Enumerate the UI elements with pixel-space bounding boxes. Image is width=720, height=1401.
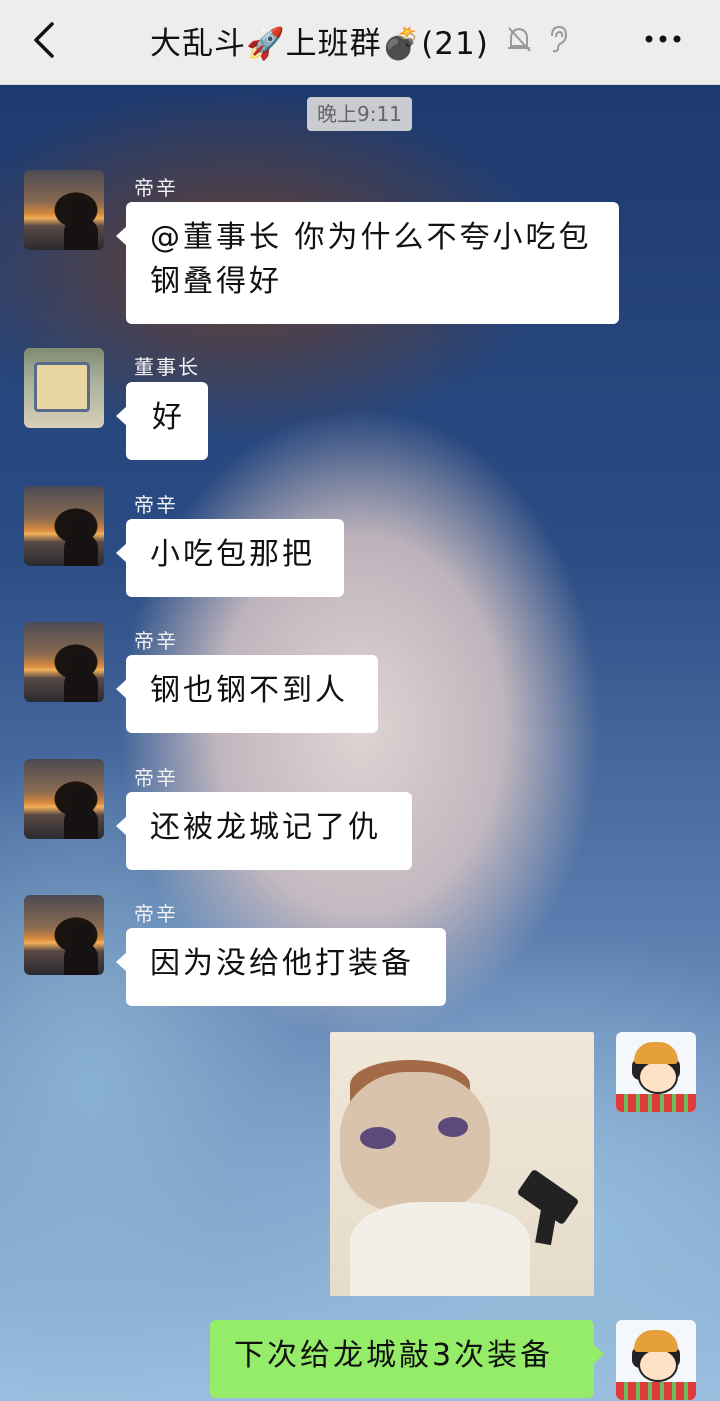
sender-name: 帝辛 [134,629,178,653]
message-bubble[interactable]: 好 [116,382,208,460]
sender-name: 董事长 [134,355,200,379]
cat-with-gun-meme-image[interactable] [330,1032,594,1296]
sender-name: 帝辛 [134,493,178,517]
sender-name: 帝辛 [134,766,178,790]
avatar[interactable] [24,348,104,428]
message-bubble[interactable]: 钢也钢不到人 [116,655,378,733]
avatar[interactable] [24,759,104,839]
avatar[interactable] [24,170,104,250]
self-avatar[interactable] [616,1032,696,1112]
self-message-bubble[interactable]: 下次给龙城敲3次装备 [210,1320,604,1398]
message-text: 还被龙城记了仇 [150,810,381,845]
avatar[interactable] [24,622,104,702]
sender-name: 帝辛 [134,176,178,200]
timestamp: 晚上9:11 [307,97,412,131]
message-bubble[interactable]: @董事长 你为什么不夸小吃包 钢叠得好 [116,202,619,324]
chevron-left-icon[interactable] [30,20,58,60]
self-avatar[interactable] [616,1320,696,1400]
bell-slash-icon [508,27,531,52]
chat-header: 大乱斗🚀上班群💣(21) [0,0,720,85]
message-bubble[interactable]: 因为没给他打装备 [116,928,446,1006]
message-text: 下次给龙城敲3次装备 [234,1338,554,1373]
more-dots-icon[interactable] [645,34,681,44]
message-text: 好 [152,400,185,435]
message-bubble[interactable]: 还被龙城记了仇 [116,792,412,870]
message-text: 因为没给他打装备 [150,946,414,981]
message-text: 小吃包那把 [150,537,315,572]
message-text-line: 钢叠得好 [150,264,282,299]
message-text-line: @董事长 你为什么不夸小吃包 [150,220,592,255]
avatar[interactable] [24,486,104,566]
avatar[interactable] [24,895,104,975]
message-bubble[interactable]: 小吃包那把 [116,519,344,597]
sender-name: 帝辛 [134,902,178,926]
message-text: 钢也钢不到人 [150,673,348,708]
ear-icon [551,25,568,53]
chat-title: 大乱斗🚀上班群💣(21) [150,26,489,62]
